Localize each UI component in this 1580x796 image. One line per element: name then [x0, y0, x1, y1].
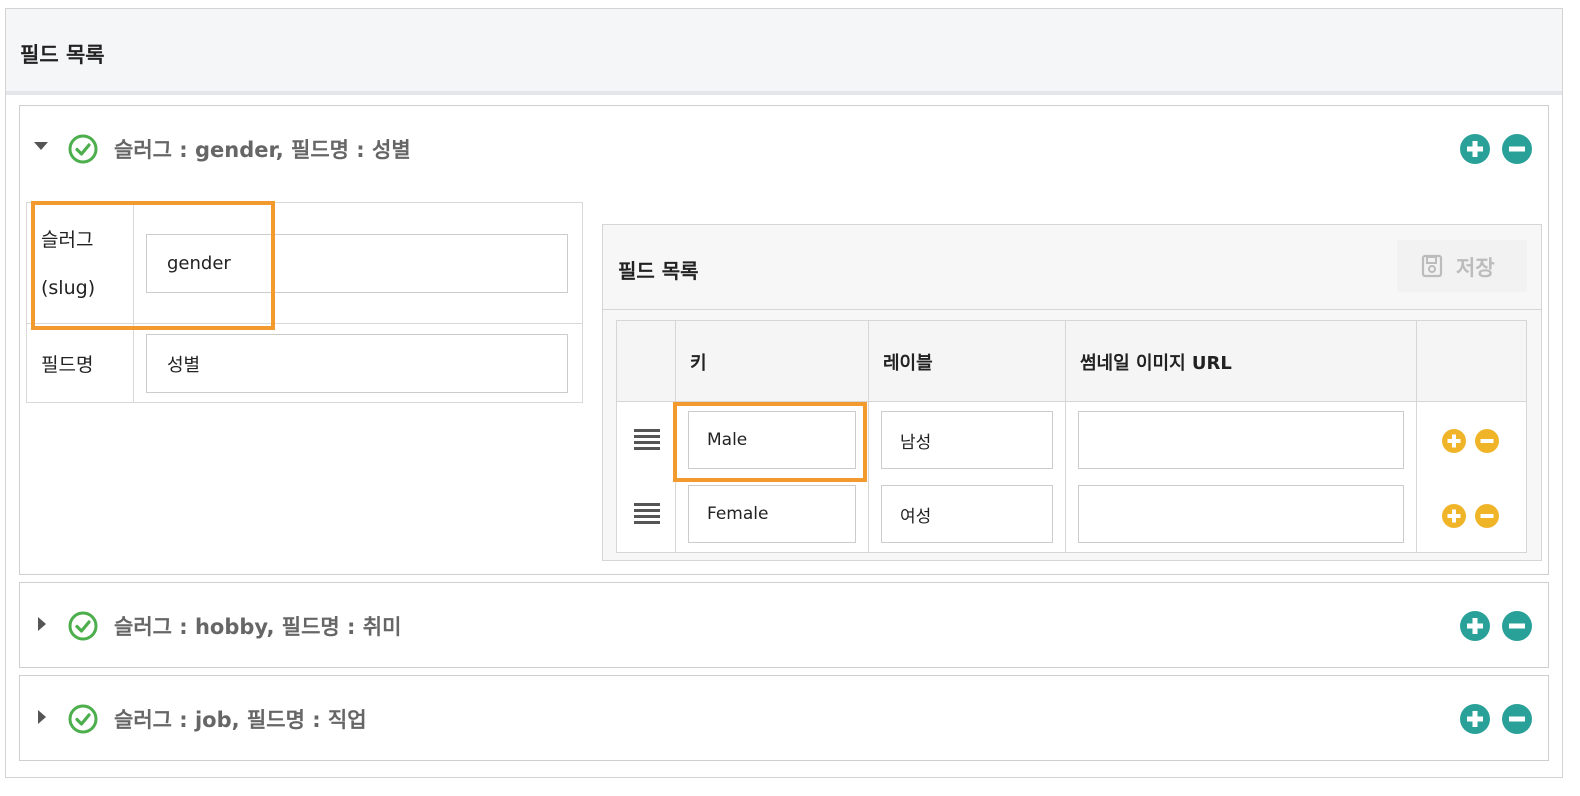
panel-title: 슬러그 : gender, 필드명 : 성별	[114, 138, 411, 162]
column-header-key: 키	[690, 353, 707, 374]
add-row-icon[interactable]	[1442, 429, 1466, 453]
field-panel-gender: 슬러그 : gender, 필드명 : 성별 슬러그 (slug) 필드명	[19, 105, 1549, 575]
save-label: 저장	[1456, 256, 1495, 280]
check-circle-icon	[68, 134, 98, 164]
row-key-input[interactable]	[688, 411, 856, 469]
floppy-disk-icon	[1421, 254, 1443, 278]
check-circle-icon	[68, 704, 98, 734]
table-header: 키 레이블 썸네일 이미지 URL	[617, 321, 1526, 402]
options-panel: 필드 목록 저장 키 레이블 썸네일 이미지 URL	[602, 224, 1542, 561]
options-title: 필드 목록	[618, 259, 699, 283]
save-button[interactable]: 저장	[1397, 240, 1527, 292]
name-input[interactable]	[146, 334, 568, 393]
options-table: 키 레이블 썸네일 이미지 URL	[616, 320, 1527, 553]
row-key-input[interactable]	[688, 485, 856, 543]
page-header: 필드 목록	[6, 9, 1562, 95]
panel-header[interactable]: 슬러그 : gender, 필드명 : 성별	[20, 106, 1548, 194]
panel-title: 슬러그 : job, 필드명 : 직업	[114, 708, 367, 732]
remove-circle-icon[interactable]	[1502, 704, 1532, 734]
field-list-container: 필드 목록 슬러그 : gender, 필드명 : 성별 슬러그 (slug) …	[5, 8, 1563, 778]
name-row: 필드명	[27, 324, 582, 402]
options-header: 필드 목록 저장	[603, 225, 1541, 310]
remove-row-icon[interactable]	[1475, 429, 1499, 453]
row-thumbnail-input[interactable]	[1078, 485, 1404, 543]
remove-row-icon[interactable]	[1475, 504, 1499, 528]
column-header-label: 레이블	[883, 353, 933, 374]
field-panel-hobby: 슬러그 : hobby, 필드명 : 취미	[19, 582, 1549, 668]
name-label: 필드명	[27, 324, 134, 402]
check-circle-icon	[68, 611, 98, 641]
caret-down-icon[interactable]	[34, 142, 48, 150]
drag-handle-icon[interactable]	[634, 429, 660, 453]
remove-circle-icon[interactable]	[1502, 611, 1532, 641]
add-circle-icon[interactable]	[1460, 704, 1490, 734]
add-circle-icon[interactable]	[1460, 134, 1490, 164]
panel-header[interactable]: 슬러그 : hobby, 필드명 : 취미	[20, 583, 1548, 671]
field-panel-job: 슬러그 : job, 필드명 : 직업	[19, 675, 1549, 761]
row-label-input[interactable]	[881, 485, 1053, 543]
add-row-icon[interactable]	[1442, 504, 1466, 528]
add-circle-icon[interactable]	[1460, 611, 1490, 641]
remove-circle-icon[interactable]	[1502, 134, 1532, 164]
caret-right-icon[interactable]	[38, 617, 46, 631]
caret-right-icon[interactable]	[38, 710, 46, 724]
row-label-input[interactable]	[881, 411, 1053, 469]
page-title: 필드 목록	[20, 43, 105, 67]
column-header-thumbnail: 썸네일 이미지 URL	[1080, 353, 1232, 374]
panel-title: 슬러그 : hobby, 필드명 : 취미	[114, 615, 402, 639]
slug-label: 슬러그 (slug)	[27, 203, 134, 323]
field-form: 슬러그 (slug) 필드명	[26, 202, 583, 403]
row-thumbnail-input[interactable]	[1078, 411, 1404, 469]
drag-handle-icon[interactable]	[634, 503, 660, 527]
slug-input[interactable]	[146, 234, 568, 293]
slug-row: 슬러그 (slug)	[27, 203, 582, 324]
panel-header[interactable]: 슬러그 : job, 필드명 : 직업	[20, 676, 1548, 764]
